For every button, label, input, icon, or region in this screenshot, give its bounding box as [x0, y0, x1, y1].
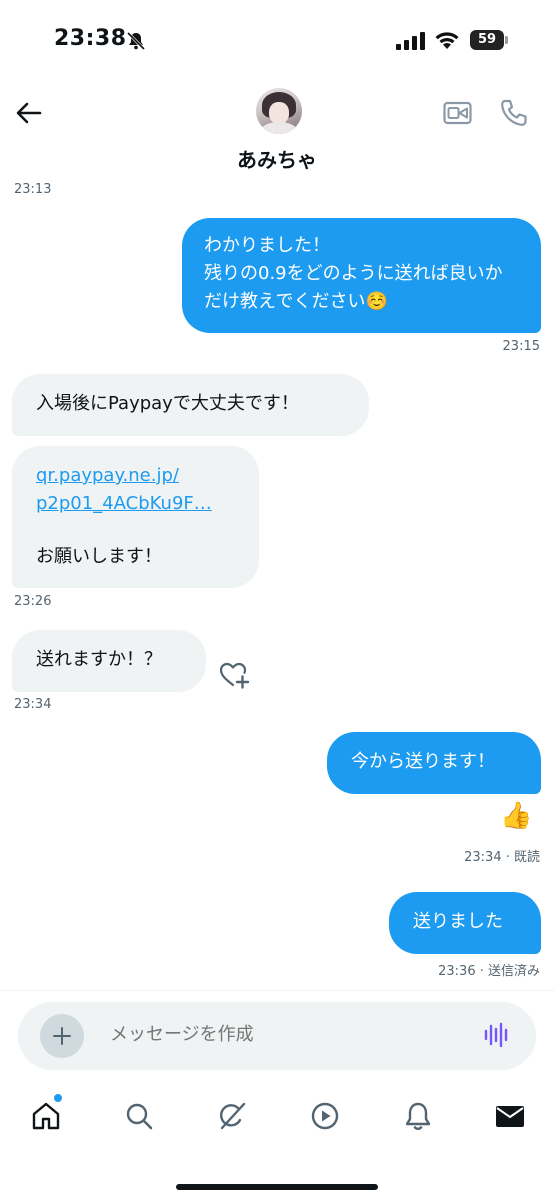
message-text: わかりました！ 残りの0.9をどのように送れば良いかだけ教えでください☺️	[204, 235, 503, 312]
message-status: 23:36 · 送信済み	[438, 964, 540, 979]
message-status: 23:34 · 既読	[464, 850, 540, 865]
avatar-body	[260, 122, 298, 134]
battery-indicator: 59	[470, 30, 508, 50]
paypay-link[interactable]: qr.paypay.ne.jp/ p2p01_4ACbKu9F…	[36, 462, 235, 518]
heart-plus-icon[interactable]	[218, 660, 250, 690]
home-notification-dot	[54, 1094, 62, 1102]
grok-icon[interactable]	[216, 1100, 248, 1132]
video-play-icon[interactable]	[309, 1100, 341, 1132]
message-timestamp: 23:13	[14, 182, 52, 197]
cellular-signal-icon	[396, 32, 425, 50]
message-timestamp: 23:34	[14, 697, 52, 712]
message-text: 入場後にPaypayで大丈夫です！	[36, 393, 299, 414]
message-text: 送りました	[413, 911, 503, 932]
add-media-button[interactable]	[40, 1014, 84, 1058]
video-camera-icon[interactable]	[443, 100, 473, 126]
incoming-message-bubble[interactable]: 入場後にPaypayで大丈夫です！	[12, 374, 369, 436]
message-text: 今から送ります！	[351, 751, 495, 772]
search-icon[interactable]	[123, 1100, 155, 1132]
arrow-left-icon[interactable]	[14, 98, 44, 128]
message-timestamp: 23:26	[14, 594, 52, 609]
contact-name[interactable]: あみちゃ	[0, 144, 554, 173]
outgoing-message-bubble[interactable]: 今から送ります！	[327, 732, 541, 794]
message-timestamp: 23:15	[502, 339, 540, 354]
incoming-message-bubble[interactable]: qr.paypay.ne.jp/ p2p01_4ACbKu9F… お願いします！	[12, 446, 259, 588]
home-indicator	[176, 1184, 378, 1190]
bell-icon[interactable]	[402, 1100, 434, 1132]
message-composer	[18, 1002, 536, 1070]
dm-conversation-screen: 23:38 59 あみちゃ 23:13 わかりました！ 残りの0.9をどのように…	[0, 0, 554, 1200]
message-text: お願いします！	[36, 546, 162, 567]
phone-icon[interactable]	[499, 98, 529, 128]
home-icon[interactable]	[30, 1100, 62, 1132]
message-input[interactable]	[110, 1024, 450, 1045]
outgoing-message-bubble[interactable]: 送りました	[389, 892, 541, 954]
contact-avatar[interactable]	[256, 88, 302, 134]
outgoing-message-bubble[interactable]: わかりました！ 残りの0.9をどのように送れば良いかだけ教えでください☺️	[182, 218, 541, 333]
status-bar: 23:38 59	[0, 0, 554, 80]
composer-divider	[0, 990, 554, 991]
conversation-header: あみちゃ	[0, 80, 554, 184]
wifi-icon	[435, 32, 459, 49]
voice-wave-icon[interactable]	[482, 1020, 512, 1050]
status-time: 23:38	[54, 26, 127, 51]
battery-level: 59	[470, 30, 504, 50]
plus-icon	[53, 1027, 71, 1045]
battery-tip	[505, 36, 508, 44]
thumbs-up-reaction[interactable]: 👍	[500, 800, 532, 832]
mail-icon[interactable]	[494, 1100, 526, 1132]
message-text: 送れますか！？	[36, 649, 162, 670]
bell-muted-icon	[126, 31, 146, 51]
avatar-face	[269, 102, 289, 124]
bottom-navigation	[0, 1090, 554, 1150]
incoming-message-bubble[interactable]: 送れますか！？	[12, 630, 206, 692]
